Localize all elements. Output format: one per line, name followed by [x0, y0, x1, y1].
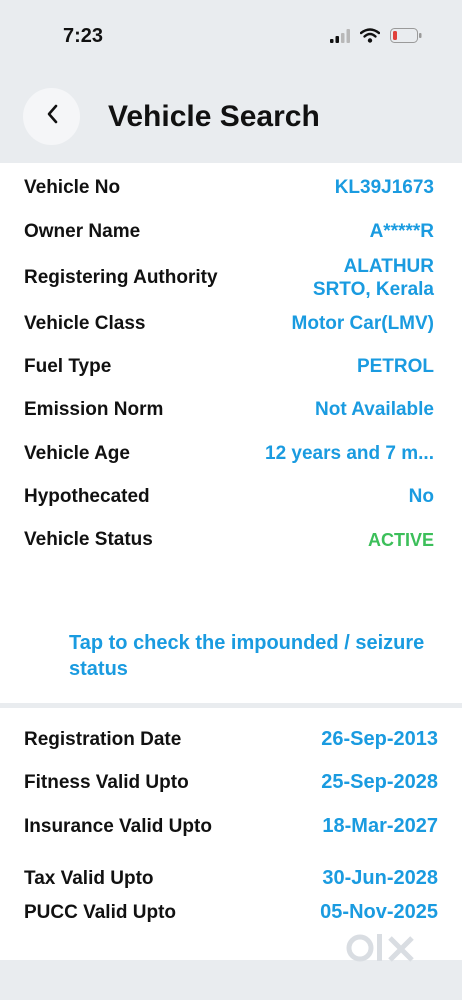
detail-label: Owner Name [24, 221, 141, 242]
detail-value: Not Available [315, 399, 434, 420]
status-time: 7:23 [63, 25, 104, 47]
detail-value: 12 years and 7 m... [265, 443, 434, 464]
signal-icon [330, 28, 350, 48]
detail-label: Registering Authority [24, 267, 218, 288]
detail-value: KL39J1673 [334, 177, 434, 198]
validity-card: Registration Date 26-Sep-2013 Fitness Va… [0, 708, 462, 960]
detail-label: Emission Norm [24, 399, 164, 420]
validity-row-registration-date: Registration Date 26-Sep-2013 [24, 728, 438, 751]
validity-label: PUCC Valid Upto [24, 901, 177, 923]
detail-row-registering-authority: Registering Authority ALATHUR SRTO, Kera… [24, 253, 434, 303]
detail-row-vehicle-age: Vehicle Age 12 years and 7 m... [24, 443, 434, 465]
detail-label: Vehicle Age [24, 443, 130, 464]
status-bar: 7:23 [0, 0, 462, 75]
detail-label: Vehicle Status [24, 529, 153, 550]
back-button[interactable] [23, 88, 80, 145]
validity-value: 25-Sep-2028 [321, 771, 438, 793]
validity-row-fitness: Fitness Valid Upto 25-Sep-2028 [24, 771, 438, 794]
detail-value: No [408, 486, 434, 507]
detail-label: Vehicle Class [24, 313, 146, 334]
status-badge: ACTIVE [367, 529, 434, 550]
vehicle-details-card: Vehicle No KL39J1673 Owner Name A*****R … [0, 163, 462, 703]
chevron-left-icon [45, 103, 59, 130]
validity-value: 30-Jun-2028 [322, 867, 438, 889]
validity-label: Fitness Valid Upto [24, 771, 189, 793]
page-title: Vehicle Search [108, 100, 320, 133]
detail-row-fuel-type: Fuel Type PETROL [24, 356, 434, 378]
detail-value: A*****R [369, 221, 434, 242]
validity-label: Tax Valid Upto [24, 867, 154, 889]
detail-row-vehicle-no: Vehicle No KL39J1673 [24, 177, 434, 199]
impound-status-link[interactable]: Tap to check the impounded / seizure sta… [69, 630, 429, 682]
header: Vehicle Search [0, 85, 462, 155]
detail-value: PETROL [356, 356, 434, 377]
wifi-icon [359, 28, 381, 48]
validity-label: Registration Date [24, 728, 182, 750]
detail-label: Vehicle No [24, 177, 121, 198]
validity-value: 18-Mar-2027 [322, 815, 438, 837]
detail-value: Motor Car(LMV) [291, 313, 434, 334]
validity-label: Insurance Valid Upto [24, 815, 212, 837]
detail-value: ALATHUR SRTO, Kerala [312, 256, 434, 300]
detail-label: Fuel Type [24, 356, 112, 377]
detail-label: Hypothecated [24, 486, 150, 507]
validity-value: 26-Sep-2013 [321, 728, 438, 750]
detail-row-owner-name: Owner Name A*****R [24, 221, 434, 243]
validity-value: 05-Nov-2025 [320, 901, 438, 923]
validity-row-insurance: Insurance Valid Upto 18-Mar-2027 [24, 815, 438, 838]
validity-row-pucc: PUCC Valid Upto 05-Nov-2025 [24, 901, 438, 924]
detail-row-emission-norm: Emission Norm Not Available [24, 399, 434, 421]
detail-row-hypothecated: Hypothecated No [24, 486, 434, 508]
detail-row-vehicle-status: Vehicle Status ACTIVE [24, 529, 434, 551]
status-icons [330, 28, 422, 48]
detail-row-vehicle-class: Vehicle Class Motor Car(LMV) [24, 313, 434, 335]
olx-watermark-logo [346, 928, 426, 968]
battery-icon [390, 28, 422, 48]
validity-row-tax: Tax Valid Upto 30-Jun-2028 [24, 867, 438, 890]
